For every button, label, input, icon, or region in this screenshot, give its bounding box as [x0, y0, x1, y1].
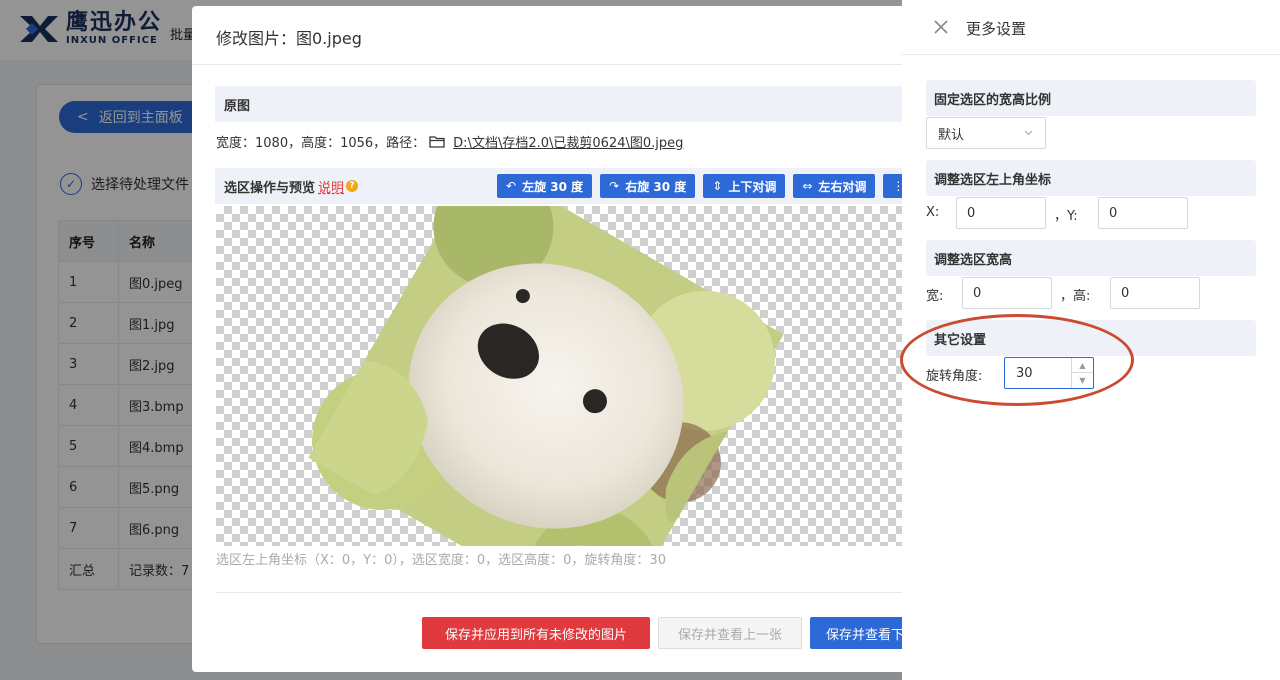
rotate-left-label: 左旋 30 度	[522, 179, 584, 194]
rotated-image-preview	[308, 206, 784, 546]
selection-status: 选区左上角坐标（X：0，Y：0），选区宽度：0，选区高度：0，旋转角度：30	[216, 553, 666, 568]
divider	[216, 592, 912, 593]
ratio-section-header: 固定选区的宽高比例	[926, 80, 1256, 116]
flip-vertical-label: 上下对调	[728, 179, 777, 194]
rotate-right-icon: ↷	[609, 179, 620, 193]
size-section-header: 调整选区宽高	[926, 240, 1256, 276]
y-label: ，Y:	[1054, 209, 1078, 224]
flip-vertical-button[interactable]: ⇕ 上下对调	[703, 174, 786, 198]
save-view-next-button[interactable]: 保存并查看下	[810, 617, 912, 649]
folder-icon	[429, 135, 445, 148]
help-link[interactable]: 说明	[318, 177, 344, 196]
rotate-angle-value: 30	[1016, 365, 1033, 381]
save-apply-all-button[interactable]: 保存并应用到所有未修改的图片	[422, 617, 650, 649]
aspect-ratio-value: 默认	[938, 127, 965, 143]
drawer-title: 更多设置	[966, 20, 1027, 38]
rotate-left-button[interactable]: ↶ 左旋 30 度	[497, 174, 593, 198]
decrement-icon[interactable]: ▼	[1072, 373, 1093, 388]
dialog-title: 修改图片：图0.jpeg	[216, 29, 362, 48]
height-label: ，高:	[1060, 289, 1091, 304]
save-view-previous-button[interactable]: 保存并查看上一张	[658, 617, 802, 649]
rotate-right-label: 右旋 30 度	[625, 179, 687, 194]
original-info: 宽度：1080，高度：1056，路径： D:\文档\存档2.0\已裁剪0624\…	[216, 132, 683, 151]
edit-image-dialog: 修改图片：图0.jpeg 原图 宽度：1080，高度：1056，路径： D:\文…	[192, 6, 912, 672]
tool-buttons: ↶ 左旋 30 度 ↷ 右旋 30 度 ⇕ 上下对调 ⇔ 左右对调 ⋮	[497, 174, 912, 198]
help-question-icon[interactable]: ?	[346, 180, 359, 192]
flip-horizontal-button[interactable]: ⇔ 左右对调	[793, 174, 876, 198]
rotate-right-button[interactable]: ↷ 右旋 30 度	[600, 174, 696, 198]
coord-section-header: 调整选区左上角坐标	[926, 160, 1256, 196]
close-icon[interactable]	[932, 18, 950, 36]
height-input[interactable]	[1110, 277, 1200, 309]
original-path-link[interactable]: D:\文档\存档2.0\已裁剪0624\图0.jpeg	[453, 132, 683, 151]
width-input[interactable]	[962, 277, 1052, 309]
y-coordinate-input[interactable]	[1098, 197, 1188, 229]
more-settings-drawer: 更多设置 固定选区的宽高比例 默认 调整选区左上角坐标 X: ，Y: 调整选区宽…	[900, 0, 1280, 680]
rotate-angle-stepper[interactable]: 30 ▲ ▼	[1004, 357, 1094, 389]
crop-section-title: 选区操作与预览	[224, 180, 316, 196]
rotate-angle-label: 旋转角度:	[926, 369, 983, 384]
divider	[192, 64, 912, 65]
rotate-left-icon: ↶	[506, 179, 517, 193]
divider	[902, 54, 1280, 55]
other-section-header: 其它设置	[926, 320, 1256, 356]
width-label: 宽:	[926, 289, 944, 304]
x-label: X:	[926, 205, 940, 220]
chevron-down-icon	[1024, 130, 1033, 136]
flip-horizontal-label: 左右对调	[818, 179, 867, 194]
flip-horizontal-icon: ⇔	[802, 179, 813, 193]
aspect-ratio-select[interactable]: 默认	[926, 117, 1046, 149]
crop-preview-canvas[interactable]	[216, 206, 912, 546]
stepper-arrows: ▲ ▼	[1071, 358, 1093, 388]
flip-vertical-icon: ⇕	[712, 179, 723, 193]
x-coordinate-input[interactable]	[956, 197, 1046, 229]
original-dimensions: 宽度：1080，高度：1056，路径：	[216, 136, 426, 151]
increment-icon[interactable]: ▲	[1072, 358, 1093, 373]
original-section-header: 原图	[215, 86, 912, 122]
